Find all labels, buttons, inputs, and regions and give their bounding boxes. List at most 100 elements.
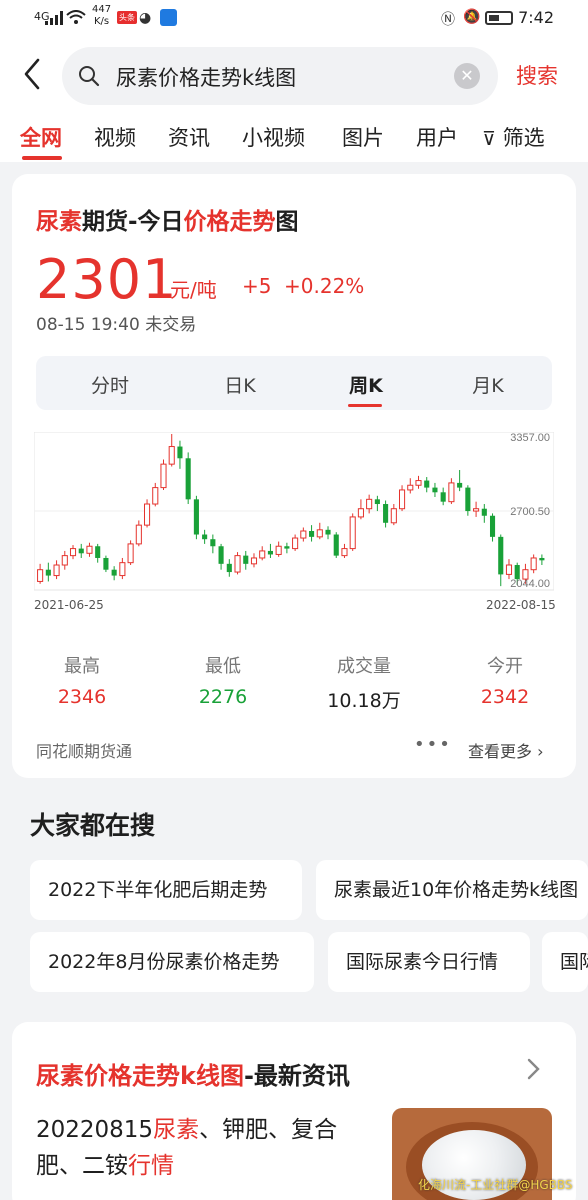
wifi-icon bbox=[66, 10, 86, 24]
popular-search-chip[interactable]: 尿素最近10年价格走势k线图 bbox=[316, 860, 588, 920]
candle-body bbox=[309, 530, 315, 537]
clear-icon[interactable]: ✕ bbox=[454, 63, 480, 89]
segment-weekly-k[interactable]: 周K bbox=[306, 371, 426, 398]
app-notification-icon bbox=[160, 9, 177, 26]
popular-search-chip[interactable]: 2022年8月份尿素价格走势 bbox=[30, 932, 314, 992]
tab-all[interactable]: 全网 bbox=[20, 122, 62, 152]
candle-body bbox=[53, 564, 60, 577]
candle-body bbox=[152, 487, 159, 505]
price-unit: 元/吨 bbox=[170, 278, 217, 302]
candle-body bbox=[37, 569, 44, 582]
segment-intraday[interactable]: 分时 bbox=[50, 371, 170, 398]
tab-short-video[interactable]: 小视频 bbox=[242, 122, 305, 152]
candle-body bbox=[292, 537, 299, 550]
y-tick-label: 2700.50 bbox=[510, 506, 550, 518]
candle-body bbox=[341, 548, 348, 557]
chevron-right-icon[interactable] bbox=[526, 1056, 542, 1082]
card-title[interactable]: 尿素期货-今日价格走势图 bbox=[36, 202, 299, 236]
stat-low-value: 2276 bbox=[198, 686, 248, 708]
view-more-link[interactable]: 查看更多 › bbox=[468, 738, 544, 762]
candle-body bbox=[210, 539, 216, 547]
signal-icon bbox=[45, 11, 63, 25]
candle-body bbox=[432, 487, 438, 493]
candle-body bbox=[539, 557, 545, 561]
candle-body bbox=[218, 546, 224, 564]
current-price: 2301 bbox=[36, 248, 178, 311]
filter-label: 筛选 bbox=[502, 126, 545, 150]
chart-start-date: 2021-06-25 bbox=[34, 598, 104, 612]
segment-monthly-k[interactable]: 月K bbox=[428, 371, 548, 398]
candle-body bbox=[465, 487, 471, 512]
watermark: 化海川流-工业社群@HGBBS bbox=[418, 1178, 573, 1192]
period-selector: 分时 日K 周K 月K bbox=[36, 356, 552, 410]
search-button[interactable]: 搜索 bbox=[516, 60, 558, 90]
candle-body bbox=[398, 489, 406, 510]
tab-news[interactable]: 资讯 bbox=[168, 122, 210, 152]
candle-body bbox=[193, 499, 199, 535]
candle-body bbox=[316, 529, 323, 538]
tab-video[interactable]: 视频 bbox=[94, 122, 136, 152]
active-tab-indicator bbox=[22, 156, 62, 160]
candle-body bbox=[357, 508, 364, 518]
popular-searches-title: 大家都在搜 bbox=[30, 811, 156, 840]
candle-body bbox=[143, 503, 151, 526]
candle-body bbox=[160, 463, 167, 489]
more-options-icon[interactable]: ••• bbox=[414, 734, 452, 755]
stat-volume-label: 成交量 bbox=[337, 656, 391, 677]
chevron-right-icon: › bbox=[532, 742, 544, 761]
candle-body bbox=[325, 529, 331, 535]
y-tick-label: 3357.00 bbox=[510, 432, 550, 444]
candle-body bbox=[226, 563, 232, 573]
candle-body bbox=[234, 555, 241, 573]
chevron-left-icon bbox=[24, 58, 40, 90]
candle-body bbox=[86, 545, 93, 554]
back-button[interactable] bbox=[18, 56, 46, 92]
tab-images[interactable]: 图片 bbox=[342, 122, 384, 152]
candle-body bbox=[259, 550, 266, 559]
search-query[interactable]: 尿素价格走势k线图 bbox=[116, 62, 296, 92]
candle-body bbox=[383, 504, 389, 523]
candle-body bbox=[481, 508, 487, 516]
toutiao-badge: 头条 bbox=[117, 11, 137, 24]
futures-quote-card: 尿素期货-今日价格走势图 2301 元/吨 +5 +0.22% 08-15 19… bbox=[12, 174, 576, 778]
candle-body bbox=[45, 569, 51, 576]
candle-body bbox=[69, 548, 77, 557]
candle-body bbox=[457, 482, 463, 488]
wechat-icon: ◕ bbox=[139, 10, 152, 26]
candle-body bbox=[300, 530, 307, 539]
search-input[interactable]: 尿素价格走势k线图 ✕ bbox=[62, 47, 498, 105]
filter-icon: ⊽ bbox=[482, 128, 496, 150]
result-tabs: 全网 视频 资讯 小视频 图片 用户 ⊽ 筛选 bbox=[0, 112, 588, 162]
candle-body bbox=[374, 499, 380, 505]
stat-open-label: 今开 bbox=[487, 656, 523, 677]
search-header: 尿素价格走势k线图 ✕ 搜索 bbox=[0, 38, 588, 112]
candle-body bbox=[267, 550, 273, 555]
candle-body bbox=[333, 534, 339, 556]
candle-body bbox=[498, 536, 504, 575]
candlestick-chart[interactable]: 3357.00 2700.50 2044.00 bbox=[34, 432, 554, 604]
stat-open-value: 2342 bbox=[480, 686, 530, 708]
status-bar: 4G 447 K/s 头条 ◕ Ⓝ 🔕 7:42 bbox=[0, 0, 588, 38]
battery-icon bbox=[485, 11, 513, 25]
price-change: +5 bbox=[242, 274, 272, 298]
candle-body bbox=[390, 508, 397, 524]
stat-high-label: 最高 bbox=[64, 656, 100, 677]
data-source[interactable]: 同花顺期货通 bbox=[36, 738, 132, 762]
popular-search-chip[interactable]: 国际 bbox=[542, 932, 588, 992]
segment-daily-k[interactable]: 日K bbox=[180, 371, 300, 398]
popular-search-chip[interactable]: 国际尿素今日行情 bbox=[328, 932, 530, 992]
active-segment-indicator bbox=[348, 404, 382, 407]
stat-volume-value: 10.18万 bbox=[327, 690, 401, 712]
news-headline[interactable]: 20220815尿素、钾肥、复合肥、二铵行情 bbox=[36, 1112, 366, 1184]
popular-search-chip[interactable]: 2022下半年化肥后期走势 bbox=[30, 860, 302, 920]
candle-body bbox=[78, 548, 84, 554]
news-card-title[interactable]: 尿素价格走势k线图-最新资讯 bbox=[36, 1056, 350, 1091]
candle-body bbox=[202, 534, 208, 540]
candle-body bbox=[424, 480, 430, 488]
candle-body bbox=[407, 484, 414, 491]
candle-body bbox=[185, 458, 191, 500]
tab-users[interactable]: 用户 bbox=[416, 122, 458, 152]
quote-timestamp: 08-15 19:40 未交易 bbox=[36, 315, 197, 335]
nfc-icon: Ⓝ bbox=[441, 12, 455, 28]
filter-button[interactable]: ⊽ 筛选 bbox=[482, 122, 545, 152]
